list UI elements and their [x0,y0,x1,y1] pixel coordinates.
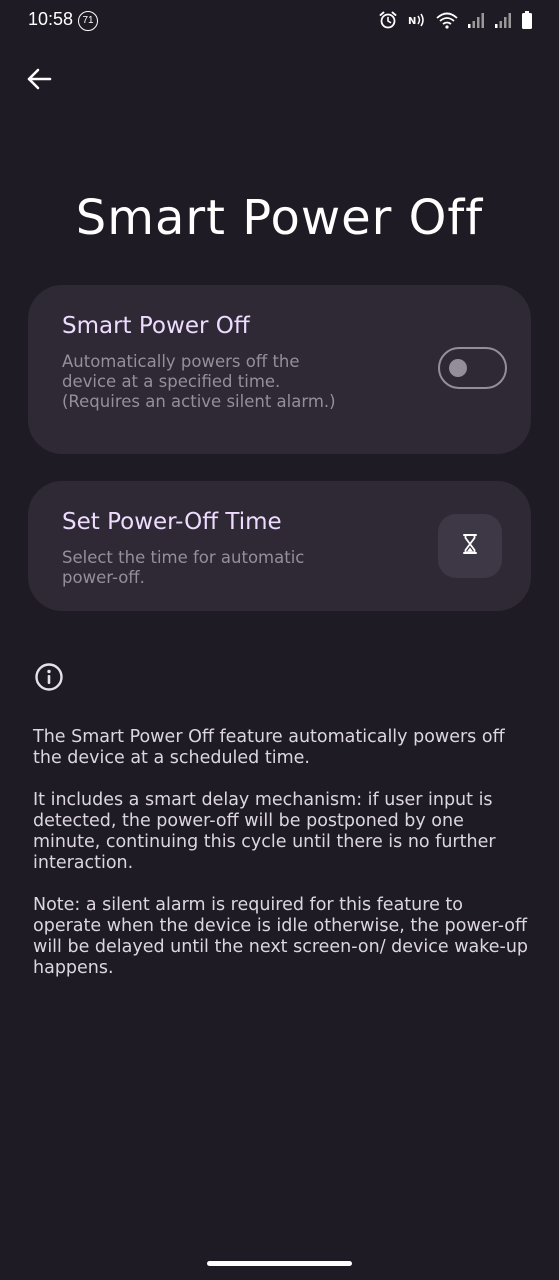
set-time-button[interactable] [438,514,502,578]
set-power-off-time-title: Set Power-Off Time [62,509,282,535]
arrow-back-icon [26,67,52,95]
nfc-icon: N [407,10,427,30]
status-bar: 10:58 71 N [0,0,559,42]
smart-power-off-toggle[interactable] [438,347,507,389]
back-button[interactable] [22,64,56,98]
wifi-icon [436,10,458,30]
battery-icon [521,10,533,30]
smart-power-off-description: Automatically powers off the device at a… [62,352,336,411]
signal-icon [494,10,512,30]
signal-icon [467,10,485,30]
home-indicator[interactable] [207,1261,352,1266]
info-icon [34,662,64,692]
info-paragraph: Note: a silent alarm is required for thi… [33,895,529,978]
toggle-knob [449,359,467,377]
set-power-off-time-description: Select the time for automatic power-off. [62,548,305,587]
alarm-icon [378,10,398,30]
status-time: 10:58 [28,9,74,29]
set-power-off-time-card[interactable]: Set Power-Off Time Select the time for a… [28,481,531,611]
hourglass-icon [463,534,477,558]
smart-power-off-title: Smart Power Off [62,313,250,339]
notification-count-badge: 71 [78,11,98,31]
info-paragraph: The Smart Power Off feature automaticall… [33,727,505,768]
smart-power-off-card[interactable]: Smart Power Off Automatically powers off… [28,285,531,454]
svg-text:N: N [408,16,416,27]
info-paragraph: It includes a smart delay mechanism: if … [33,790,496,873]
page-title: Smart Power Off [75,190,484,246]
status-icons: N [378,10,533,30]
